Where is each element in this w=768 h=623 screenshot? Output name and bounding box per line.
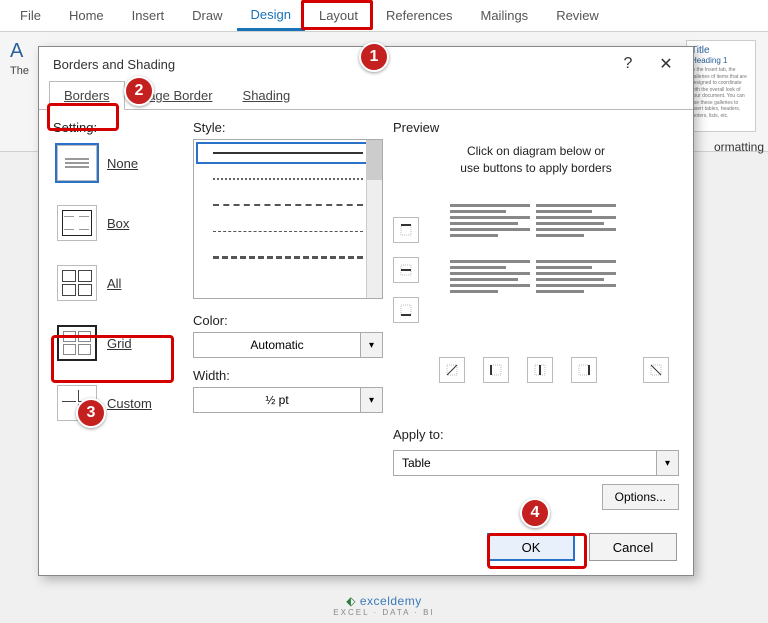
setting-all[interactable]: All [57,265,183,301]
apply-to-value: Table [393,450,657,476]
color-label: Color: [193,313,383,328]
tab-borders[interactable]: Borders [49,81,125,110]
color-combo[interactable]: Automatic ▾ [193,332,383,358]
style-solid[interactable] [194,140,382,166]
watermark: ⬖ exceldemy EXCEL · DATA · BI [0,594,768,617]
border-left-button[interactable] [483,357,509,383]
style-listbox[interactable] [193,139,383,299]
setting-all-label: All [107,276,121,291]
setting-none-label: None [107,156,138,171]
setting-label: Setting: [53,120,183,135]
border-hmiddle-button[interactable] [393,257,419,283]
color-value: Automatic [193,332,361,358]
tab-file[interactable]: File [6,2,55,29]
preview-label: Preview [393,120,679,135]
borders-shading-dialog: Borders and Shading ? ✕ Borders Page Bor… [38,46,694,576]
chevron-down-icon[interactable]: ▾ [361,332,383,358]
chevron-down-icon[interactable]: ▾ [657,450,679,476]
tab-review[interactable]: Review [542,2,613,29]
width-value: ½ pt [193,387,361,413]
tab-mailings[interactable]: Mailings [467,2,543,29]
border-top-button[interactable] [393,217,419,243]
tab-home[interactable]: Home [55,2,118,29]
border-diag2-button[interactable] [643,357,669,383]
help-button[interactable]: ? [609,49,647,79]
preview-note: Click on diagram below oruse buttons to … [393,143,679,177]
preview-diagram[interactable] [443,197,623,317]
style-set-preview[interactable]: Title Heading 1 In the Insert tab, the g… [686,40,756,132]
style-title: Title [691,45,751,56]
ribbon-tabs: File Home Insert Draw Design Layout Refe… [0,0,768,32]
close-button[interactable]: ✕ [647,49,685,79]
ok-button[interactable]: OK [487,533,575,561]
width-label: Width: [193,368,383,383]
tab-draw[interactable]: Draw [178,2,236,29]
tab-references[interactable]: References [372,2,466,29]
tab-layout[interactable]: Layout [305,2,372,29]
preview-area [393,187,679,423]
style-dotted[interactable] [194,166,382,192]
border-vmiddle-button[interactable] [527,357,553,383]
callout-3: 3 [76,398,106,428]
callout-2: 2 [124,76,154,106]
tab-shading[interactable]: Shading [228,81,306,110]
clear-formatting-fragment: ormatting [714,140,768,154]
grid-icon [57,325,97,361]
style-dashed-1[interactable] [194,192,382,218]
dialog-title: Borders and Shading [53,57,175,72]
style-heading: Heading 1 [691,56,751,65]
none-icon [57,145,97,181]
style-dashed-3[interactable] [194,244,382,270]
cancel-button[interactable]: Cancel [589,533,677,561]
border-bottom-button[interactable] [393,297,419,323]
tab-design[interactable]: Design [237,1,305,31]
border-diag1-button[interactable] [439,357,465,383]
callout-1: 1 [359,42,389,72]
style-label: Style: [193,120,383,135]
border-right-button[interactable] [571,357,597,383]
width-combo[interactable]: ½ pt ▾ [193,387,383,413]
setting-box[interactable]: Box [57,205,183,241]
box-icon [57,205,97,241]
setting-none[interactable]: None [57,145,183,181]
apply-to-combo[interactable]: Table ▾ [393,450,679,476]
setting-grid[interactable]: Grid [57,325,183,361]
setting-box-label: Box [107,216,129,231]
setting-grid-label: Grid [107,336,132,351]
callout-4: 4 [520,498,550,528]
options-button[interactable]: Options... [602,484,679,510]
chevron-down-icon[interactable]: ▾ [361,387,383,413]
tab-insert[interactable]: Insert [118,2,179,29]
apply-to-label: Apply to: [393,427,679,442]
setting-custom-label: Custom [107,396,152,411]
style-scrollbar[interactable] [366,140,382,298]
style-dashed-2[interactable] [194,218,382,244]
all-icon [57,265,97,301]
